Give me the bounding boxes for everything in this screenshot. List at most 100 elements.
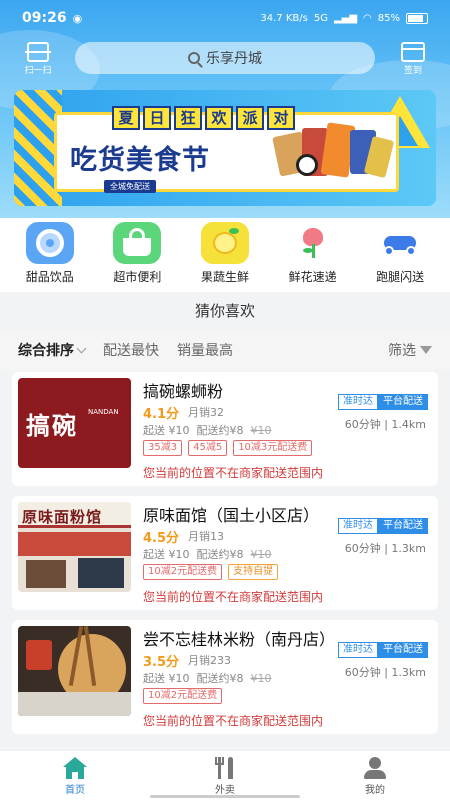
out-of-range-warning: 您当前的位置不在商家配送范围内 [143,590,324,604]
shop-name: 原味面馆（国土小区店） [143,506,320,525]
top-header-background: 09:26 ◉ 34.7 KB/s 5G ▂▄▆ ◠ 85% 扫一扫 乐享丹城 … [0,0,450,218]
sort-label: 综合排序 [18,343,74,359]
search-input[interactable]: 乐享丹城 [75,42,375,74]
platform-delivery-badge: 平台配送 [378,642,428,658]
shop-name: 尝不忘桂林米粉（南丹店） [143,630,336,649]
thumb-text: 搞碗 [26,412,78,440]
shop-card[interactable]: 搞碗 NANDAN 搞碗螺蛳粉 4.1分 月销32 起送 ¥10 配送约¥8 ¥… [12,372,438,486]
shop-rating: 3.5分 [143,655,180,670]
scan-button[interactable]: 扫一扫 [20,40,56,80]
shop-card[interactable]: 原味面粉馆 原味面馆（国土小区店） 4.5分 月销13 起送 ¥10 配送约¥8… [12,496,438,610]
tab-profile[interactable]: 我的 [325,751,425,800]
signal-icon: ▂▄▆ [333,12,358,24]
min-order: 起送 ¥10 [143,548,190,561]
sort-fastest-delivery[interactable]: 配送最快 [103,340,159,360]
scan-icon [25,42,51,62]
min-order: 起送 ¥10 [143,672,190,685]
min-order: 起送 ¥10 [143,424,190,437]
category-label: 果蔬生鲜 [200,270,249,284]
delivery-fee: 配送约¥8 [196,672,244,685]
tab-takeout[interactable]: 外卖 [175,751,275,800]
chevron-down-icon [76,343,87,353]
original-fee: ¥10 [250,424,272,437]
filter-button[interactable]: 筛选 [388,340,432,360]
tab-home[interactable]: 首页 [25,751,125,800]
wifi-icon: ◠ [363,12,372,24]
shop-monthly-sales: 月销32 [188,406,224,419]
platform-delivery-badge: 平台配送 [378,394,428,410]
sort-comprehensive[interactable]: 综合排序 [18,340,87,360]
snacks-illustration [272,122,395,184]
delivery-badges: 准时达 平台配送 [338,518,428,534]
cutlery-icon [212,757,238,779]
user-icon [362,757,388,779]
category-label: 鲜花速递 [288,270,337,284]
banner-title: 吃货美食节 [70,145,210,176]
category-bar: 甜品饮品 超市便利 果蔬生鲜 鲜花速递 跑腿闪送 [0,218,450,292]
header: 扫一扫 乐享丹城 签到 [0,40,450,82]
shop-fees: 起送 ¥10 配送约¥8 ¥10 [143,670,272,686]
bottom-tab-bar: 首页 外卖 我的 [0,750,450,800]
shop-name: 搞碗螺蛳粉 [143,382,224,401]
search-placeholder: 乐享丹城 [206,51,262,67]
banner-char: 日 [143,106,171,130]
home-indicator [150,795,300,798]
shop-monthly-sales: 月销233 [188,654,231,667]
location-icon: ◉ [72,11,83,25]
sort-top-sales[interactable]: 销量最高 [177,340,233,360]
on-time-badge: 准时达 [338,642,378,658]
tab-label: 我的 [365,785,385,796]
thumb-subtext: NANDAN [88,408,119,416]
category-fresh-produce[interactable]: 果蔬生鲜 [182,218,268,292]
original-fee: ¥10 [250,672,272,685]
original-fee: ¥10 [250,548,272,561]
delivery-fee: 配送约¥8 [196,548,244,561]
delivery-time-distance: 60分钟 | 1.3km [344,542,426,555]
category-dessert-drinks[interactable]: 甜品饮品 [7,218,93,292]
on-time-badge: 准时达 [338,518,378,534]
shop-fees: 起送 ¥10 配送约¥8 ¥10 [143,422,272,438]
banner-tag: 全城免配送 [104,180,156,193]
sign-in-button[interactable]: 签到 [396,40,430,80]
delivery-time-distance: 60分钟 | 1.4km [344,418,426,431]
shop-monthly-sales: 月销13 [188,530,224,543]
sign-in-label: 签到 [403,66,422,76]
promo-banner[interactable]: 夏 日 狂 欢 派 对 吃货美食节 全城免配送 [14,90,436,206]
scan-label: 扫一扫 [24,66,52,76]
category-label: 跑腿闪送 [376,270,425,284]
funnel-icon [420,346,432,354]
banner-char: 欢 [205,106,233,130]
promo-tag: 10减2元配送费 [143,688,223,704]
category-label: 超市便利 [113,270,162,284]
delivery-fee: 配送约¥8 [196,424,244,437]
tab-label: 外卖 [215,785,235,796]
shop-rating: 4.5分 [143,531,180,546]
scooter-icon [376,222,424,264]
on-time-badge: 准时达 [338,394,378,410]
section-title: 猜你喜欢 [0,292,450,330]
promo-tag: 10减2元配送费 [143,564,223,580]
shop-thumbnail [18,626,131,716]
category-supermarket[interactable]: 超市便利 [94,218,180,292]
basket-icon [113,222,162,264]
status-time: 09:26 [22,10,67,26]
thumb-text: 原味面粉馆 [22,508,103,526]
promo-tags: 35减3 45减5 10减3元配送费 [143,440,313,456]
network-speed: 34.7 KB/s [260,12,308,24]
pickup-tag: 支持自提 [228,564,279,580]
category-errand[interactable]: 跑腿闪送 [357,218,443,292]
platform-delivery-badge: 平台配送 [378,518,428,534]
banner-char: 狂 [174,106,202,130]
lemon-icon [200,222,249,264]
battery-icon [406,12,428,24]
promo-tags: 10减2元配送费 [143,688,223,704]
category-flower-delivery[interactable]: 鲜花速递 [270,218,356,292]
shop-fees: 起送 ¥10 配送约¥8 ¥10 [143,546,272,562]
tab-label: 首页 [65,785,85,796]
calendar-icon [401,42,425,62]
shop-card[interactable]: 尝不忘桂林米粉（南丹店） 3.5分 月销233 起送 ¥10 配送约¥8 ¥10… [12,620,438,734]
shop-thumbnail: 搞碗 NANDAN [18,378,131,468]
shop-thumbnail: 原味面粉馆 [18,502,131,592]
banner-char: 夏 [112,106,140,130]
promo-tag: 45减5 [188,440,228,456]
